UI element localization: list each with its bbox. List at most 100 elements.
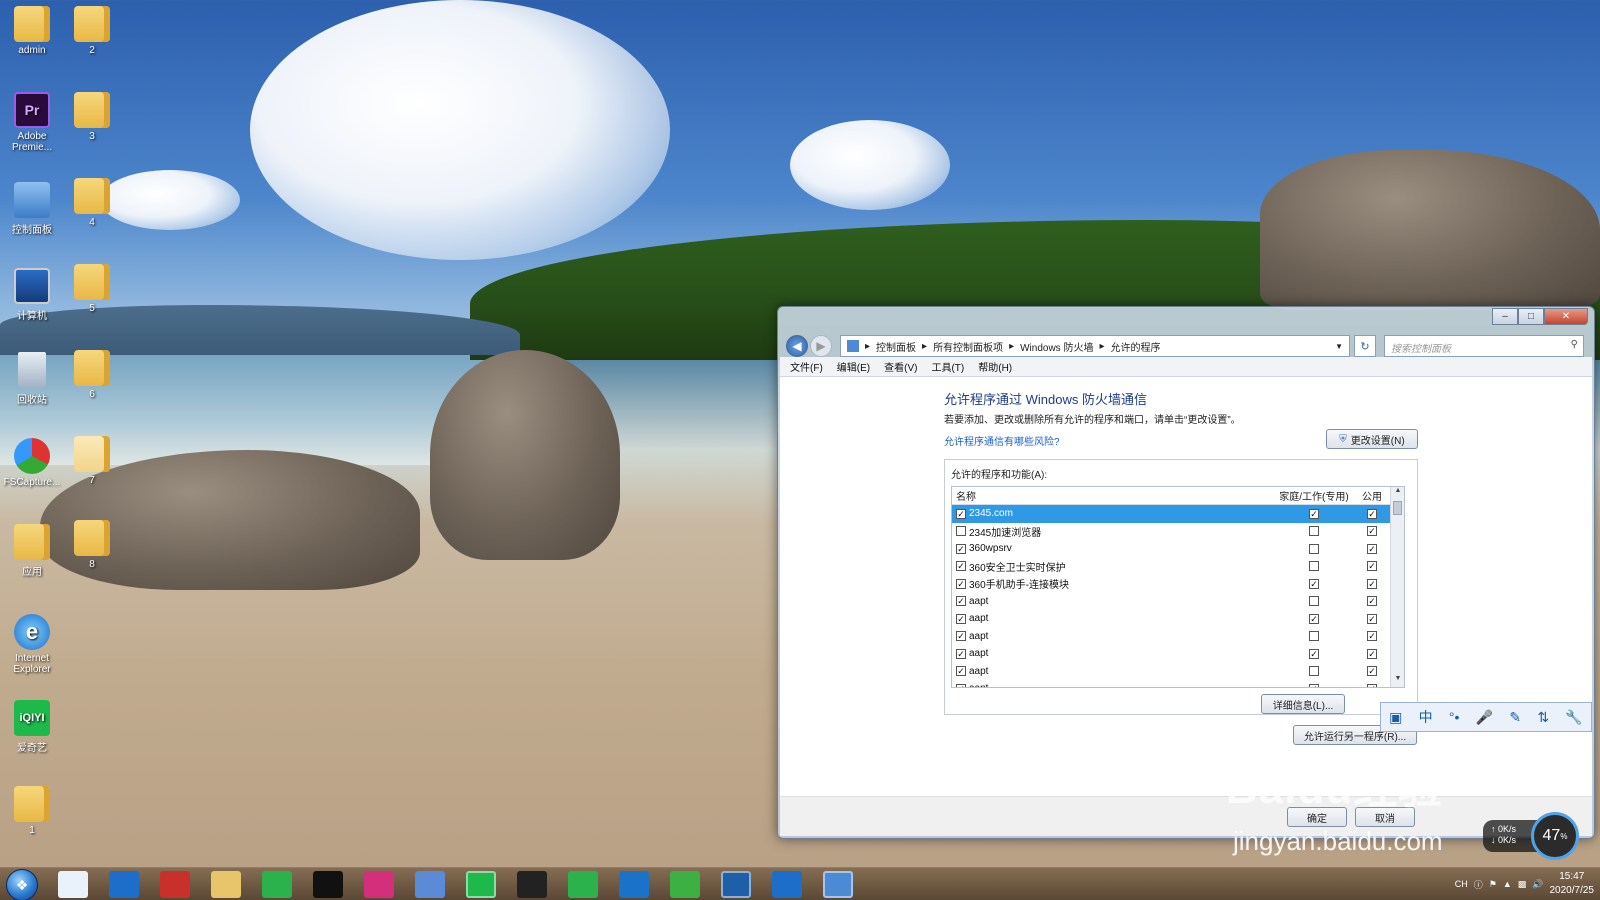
scrollbar-thumb[interactable] [1393, 501, 1402, 515]
details-button[interactable]: 详细信息(L)... [1261, 694, 1345, 714]
youku-icon[interactable] [364, 871, 394, 898]
public-network-checkbox[interactable]: ✓ [1367, 683, 1377, 687]
public-network-checkbox[interactable]: ✓ [1367, 561, 1377, 572]
app-icon[interactable] [160, 871, 190, 898]
program-row[interactable]: ✓aapt✓✓ [952, 610, 1404, 628]
public-network-checkbox[interactable]: ✓ [1367, 578, 1377, 589]
program-row[interactable]: ✓ aapt ✓ [952, 663, 1404, 681]
ime-chinese-mode[interactable]: 中 [1419, 707, 1433, 727]
desktop-icon-fscapture[interactable]: FSCapture... [2, 438, 62, 488]
program-enabled-checkbox[interactable]: ✓ [956, 666, 966, 677]
program-enabled-checkbox[interactable]: ✓ [956, 631, 966, 642]
program-row[interactable]: ✓aapt✓✓ [952, 645, 1404, 663]
program-row[interactable]: ✓ 360手机助手-连接模块 ✓ ✓ [952, 575, 1404, 593]
g-icon[interactable] [517, 871, 547, 898]
tray-volume-icon[interactable]: 🔊 [1532, 879, 1543, 890]
menu-file[interactable]: 文件(F) [790, 359, 823, 374]
desktop-icon-folder-6[interactable]: 6 [62, 350, 122, 400]
tray-show-hidden-icon[interactable]: ▲ [1503, 879, 1512, 889]
player-icon[interactable] [670, 871, 700, 898]
clock[interactable]: 15:47 2020/7/25 [1550, 870, 1595, 898]
desktop-icon-computer[interactable]: 计算机 [2, 268, 62, 322]
close-button[interactable]: ✕ [1544, 308, 1588, 325]
desktop-icon-admin[interactable]: admin [2, 6, 62, 56]
program-enabled-checkbox[interactable]: ✓ [956, 508, 966, 519]
breadcrumb-control-panel[interactable]: 控制面板 [876, 339, 916, 354]
home-network-checkbox[interactable] [1309, 631, 1319, 642]
chrome-icon[interactable] [58, 871, 88, 898]
k-icon[interactable] [619, 871, 649, 898]
tray-flag-icon[interactable]: ⚑ [1489, 879, 1497, 890]
search-input[interactable]: 搜索控制面板 ⚲ [1384, 335, 1584, 357]
program-enabled-checkbox[interactable]: ✓ [956, 578, 966, 589]
language-indicator[interactable]: CH [1455, 879, 1468, 889]
app2-icon[interactable] [262, 871, 292, 898]
public-network-checkbox[interactable]: ✓ [1367, 666, 1377, 677]
program-row[interactable]: 2345加速浏览器 ✓ [952, 523, 1404, 541]
home-network-checkbox[interactable] [1309, 596, 1319, 607]
public-network-checkbox[interactable]: ✓ [1367, 526, 1377, 537]
forward-button[interactable]: ▶ [810, 335, 832, 357]
scroll-down-icon[interactable]: ▼ [1391, 675, 1404, 687]
minimize-button[interactable]: – [1492, 308, 1518, 325]
desktop-icon-recycle-bin[interactable]: 回收站 [2, 352, 62, 406]
desktop-icon-folder-5[interactable]: 5 [62, 264, 122, 314]
refresh-button[interactable]: ↻ [1354, 335, 1376, 357]
home-network-checkbox[interactable] [1309, 561, 1319, 572]
program-enabled-checkbox[interactable]: ✓ [956, 561, 966, 572]
program-enabled-checkbox[interactable]: ✓ [956, 648, 966, 659]
chevron-down-icon[interactable]: ▼ [1335, 342, 1343, 351]
allowed-programs-list[interactable]: 名称 家庭/工作(专用) 公用 ✓ 2345.com ✓ ✓ 2345加速浏览器 ✓ ✓ 36… [951, 486, 1405, 688]
ime-microphone-icon[interactable]: 🎤 [1476, 709, 1493, 726]
browser-icon[interactable] [721, 871, 751, 898]
breadcrumb-firewall[interactable]: Windows 防火墙 [1020, 339, 1093, 354]
breadcrumb-all-items[interactable]: 所有控制面板项 [933, 339, 1003, 354]
home-network-checkbox[interactable]: ✓ [1309, 613, 1319, 624]
program-row[interactable]: ✓ aapt ✓ [952, 628, 1404, 646]
home-network-checkbox[interactable] [1309, 666, 1319, 677]
address-bar[interactable]: ▸ 控制面板 ▸ 所有控制面板项 ▸ Windows 防火墙 ▸ 允许的程序 ▼ [840, 335, 1350, 357]
qq-icon[interactable] [313, 871, 343, 898]
ie-icon[interactable] [109, 871, 139, 898]
desktop-icon-premiere[interactable]: Pr Adobe Premie... [2, 92, 62, 153]
control-panel-icon[interactable] [823, 871, 853, 898]
desktop-icon-control-panel[interactable]: 控制面板 [2, 182, 62, 236]
public-network-checkbox[interactable]: ✓ [1367, 543, 1377, 554]
ime-screenshot-icon[interactable]: ▣ [1389, 709, 1402, 726]
program-enabled-checkbox[interactable]: ✓ [956, 543, 966, 554]
program-row[interactable]: ✓ 360wpsrv ✓ [952, 540, 1404, 558]
column-header-home[interactable]: 家庭/工作(专用) [1274, 488, 1354, 503]
app3-icon[interactable] [568, 871, 598, 898]
program-row[interactable]: ✓ 360安全卫士实时保护 ✓ [952, 558, 1404, 576]
desktop-icon-folder-3[interactable]: 3 [62, 92, 122, 142]
desktop-icon-folder-4[interactable]: 4 [62, 178, 122, 228]
tray-help-icon[interactable]: ⓘ [1474, 878, 1483, 891]
ime-handwrite-icon[interactable]: ✎ [1509, 709, 1521, 726]
desktop-icon-folder-8[interactable]: 8 [62, 520, 122, 570]
public-network-checkbox[interactable]: ✓ [1367, 631, 1377, 642]
menu-edit[interactable]: 编辑(E) [837, 359, 870, 374]
explorer-icon[interactable] [211, 871, 241, 898]
home-network-checkbox[interactable]: ✓ [1309, 683, 1319, 687]
maximize-button[interactable]: □ [1518, 308, 1544, 325]
desktop-icon-folder-7[interactable]: 7 [62, 436, 122, 486]
home-network-checkbox[interactable] [1309, 526, 1319, 537]
iqiyi-icon[interactable] [466, 871, 496, 898]
bird-icon[interactable] [415, 871, 445, 898]
ime-punctuation-icon[interactable]: °• [1449, 709, 1460, 725]
program-enabled-checkbox[interactable] [956, 526, 966, 537]
public-network-checkbox[interactable]: ✓ [1367, 648, 1377, 659]
breadcrumb-allowed-programs[interactable]: 允许的程序 [1110, 339, 1160, 354]
desktop-icon-apps[interactable]: 应用 [2, 524, 62, 578]
program-enabled-checkbox[interactable]: ✓ [956, 613, 966, 624]
desktop-icon-folder-2[interactable]: 2 [62, 6, 122, 56]
ie2-icon[interactable] [772, 871, 802, 898]
start-button[interactable]: ❖ [6, 869, 38, 900]
public-network-checkbox[interactable]: ✓ [1367, 613, 1377, 624]
scroll-up-icon[interactable]: ▲ [1391, 487, 1404, 499]
menu-help[interactable]: 帮助(H) [978, 359, 1012, 374]
public-network-checkbox[interactable]: ✓ [1367, 596, 1377, 607]
ime-settings-icon[interactable]: 🔧 [1565, 709, 1582, 726]
column-header-public[interactable]: 公用 [1354, 488, 1390, 503]
home-network-checkbox[interactable]: ✓ [1309, 578, 1319, 589]
